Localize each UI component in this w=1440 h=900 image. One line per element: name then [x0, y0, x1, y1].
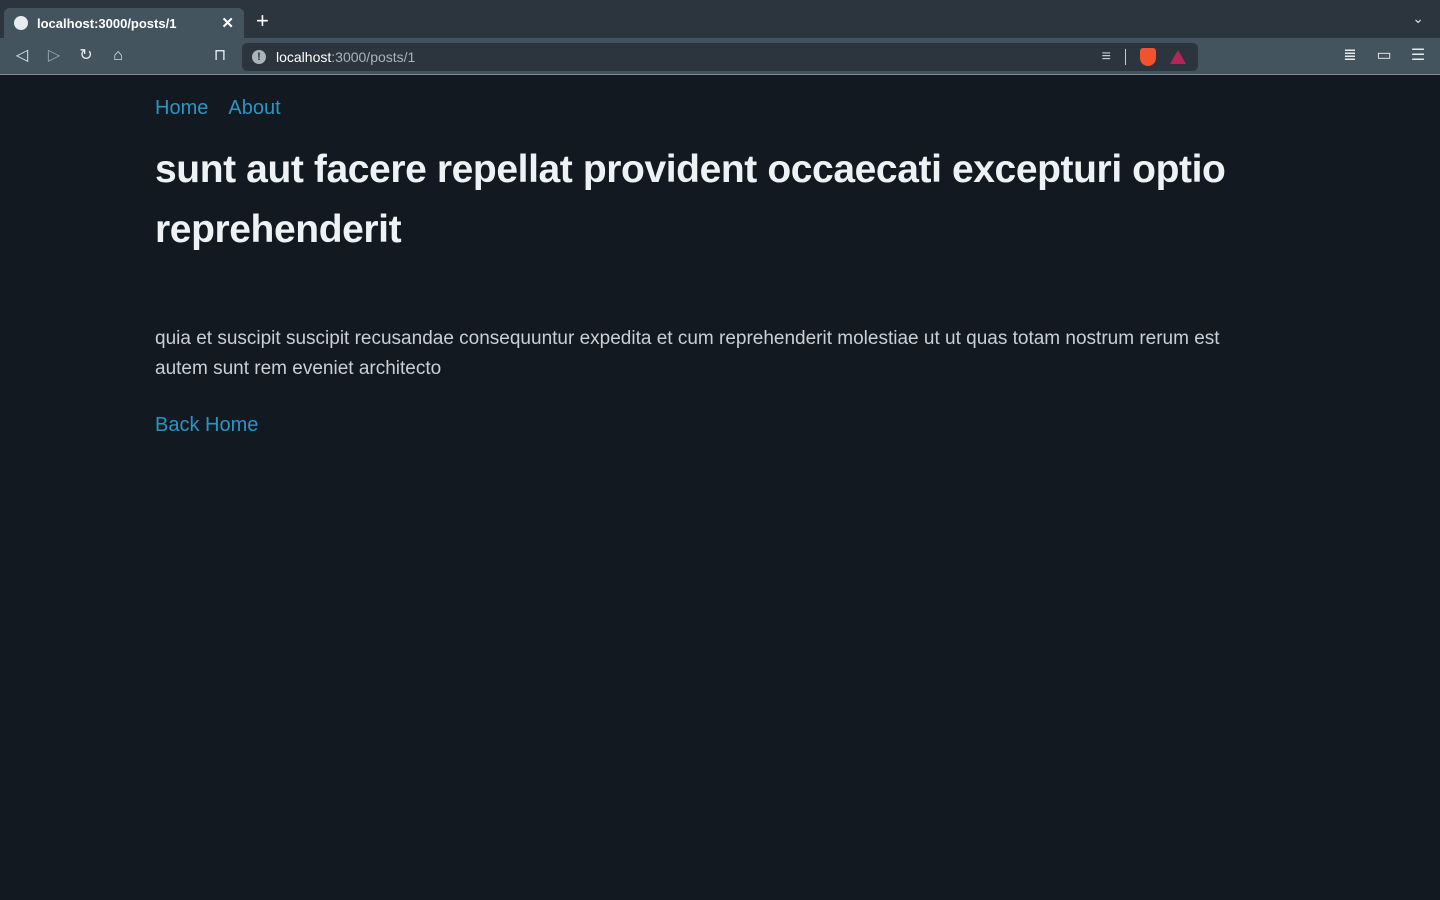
post-body: quia et suscipit suscipit recusandae con… [155, 328, 1220, 379]
back-home-link[interactable]: Back Home [155, 414, 258, 437]
brave-rewards-icon[interactable] [1170, 50, 1186, 64]
close-tab-icon[interactable]: ✕ [221, 14, 234, 32]
home-icon[interactable]: ⌂ [108, 46, 128, 66]
reload-icon[interactable]: ↻ [76, 46, 96, 66]
url-host: localhost [276, 49, 332, 65]
browser-toolbar: ◁ ▷ ↻ ⌂ ⊓ ! localhost:3000/posts/1 ≡ ≣ ▭… [0, 38, 1440, 75]
chevron-down-icon[interactable]: ⌄ [1412, 10, 1424, 27]
globe-icon [14, 16, 28, 30]
bookmark-icon[interactable]: ⊓ [210, 46, 230, 66]
forward-icon[interactable]: ▷ [44, 46, 64, 66]
page-content: Home About sunt aut facere repellat prov… [0, 97, 1300, 437]
new-tab-icon[interactable]: + [256, 10, 269, 32]
reader-mode-icon[interactable]: ≡ [1102, 48, 1111, 66]
nav-home-link[interactable]: Home [155, 97, 208, 120]
divider [1125, 49, 1126, 65]
browser-tab[interactable]: localhost:3000/posts/1 ✕ [4, 8, 244, 38]
back-icon[interactable]: ◁ [12, 46, 32, 66]
brave-shields-icon[interactable] [1140, 48, 1156, 66]
address-bar[interactable]: ! localhost:3000/posts/1 ≡ [242, 43, 1198, 71]
info-icon[interactable]: ! [252, 50, 266, 64]
media-playlist-icon[interactable]: ≣ [1340, 46, 1360, 66]
url-path: :3000/posts/1 [331, 49, 416, 65]
tab-bar: localhost:3000/posts/1 ✕ + ⌄ [0, 0, 1440, 38]
post-title: sunt aut facere repellat provident occae… [155, 148, 1226, 251]
wallet-icon[interactable]: ▭ [1374, 46, 1394, 66]
nav-about-link[interactable]: About [228, 97, 280, 120]
tab-title: localhost:3000/posts/1 [37, 15, 177, 31]
menu-icon[interactable]: ☰ [1408, 46, 1428, 66]
site-nav: Home About [155, 97, 1300, 120]
